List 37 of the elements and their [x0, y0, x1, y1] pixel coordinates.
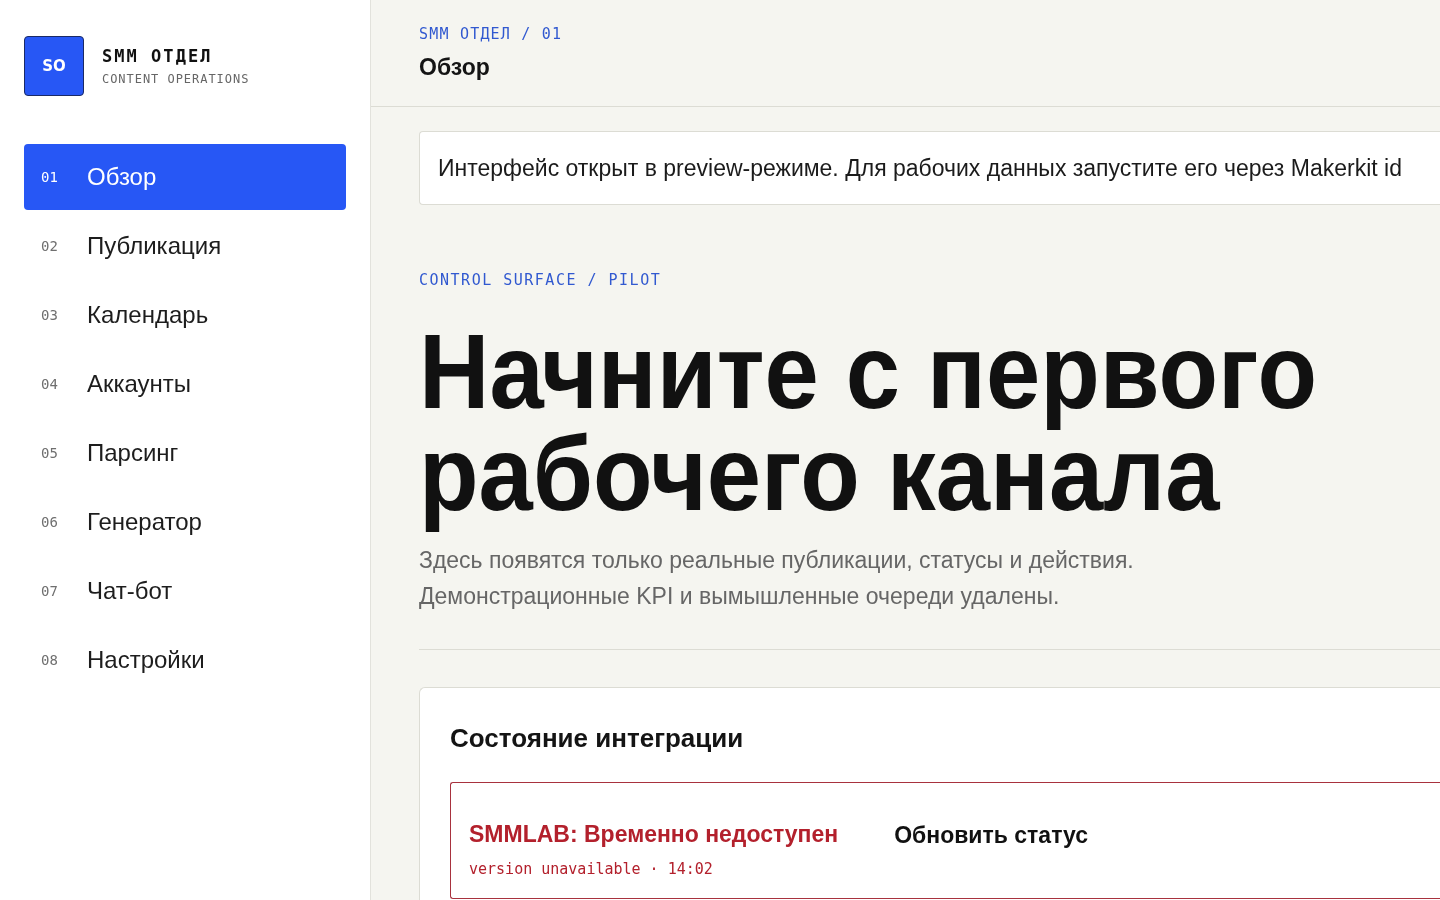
nav-item[interactable]: 08 Настройки — [24, 627, 346, 693]
nav-label: Парсинг — [87, 439, 179, 467]
notice-text: Интерфейс открыт в preview-режиме. Для рабочих данных запустите его через Makerkit id — [438, 154, 1402, 182]
page-title: Обзор — [419, 54, 490, 81]
service-status: SMMLAB: Временно недоступен — [469, 821, 839, 848]
hero-heading: Начните с первого рабочего канала — [419, 320, 1318, 534]
brand-subtitle: CONTENT OPERATIONS — [102, 72, 250, 86]
nav-item[interactable]: 03 Календарь — [24, 282, 346, 348]
nav-item[interactable]: 06 Генератор — [24, 489, 346, 555]
hero-description: Здесь появятся только реальные публикации, статусы и действия. Демонстрационные KPI и вымышленные очереди удалены. — [419, 546, 1135, 611]
logo-tile: SO — [24, 36, 84, 96]
nav-label: Чат-бот — [87, 577, 173, 605]
breadcrumb: SMM ОТДЕЛ / 01 — [419, 25, 563, 43]
eyebrow-label: CONTROL SURFACE / PILOT — [419, 271, 662, 289]
nav-number: 07 — [41, 583, 59, 599]
refresh-status-button[interactable]: Обновить статус — [894, 816, 1088, 855]
nav-label: Генератор — [87, 508, 202, 536]
nav-number: 01 — [41, 169, 59, 185]
nav-item[interactable]: 04 Аккаунты — [24, 351, 346, 417]
card-title: Состояние интеграции — [450, 723, 745, 754]
nav-number: 02 — [41, 238, 59, 254]
nav-label: Аккаунты — [87, 370, 192, 398]
service-detail: version unavailable · 14:02 — [469, 860, 713, 878]
nav-number: 08 — [41, 652, 59, 668]
nav-label: Обзор — [87, 163, 157, 191]
nav-number: 05 — [41, 445, 59, 461]
nav-label: Публикация — [87, 232, 222, 260]
nav-number: 04 — [41, 376, 59, 392]
brand-title: SMM ОТДЕЛ — [102, 46, 214, 66]
nav-item[interactable]: 01 Обзор — [24, 144, 346, 210]
nav-item[interactable]: 05 Парсинг — [24, 420, 346, 486]
nav-label: Календарь — [87, 301, 209, 329]
nav-number: 03 — [41, 307, 59, 323]
nav-number: 06 — [41, 514, 59, 530]
nav-label: Настройки — [87, 646, 205, 674]
nav-item[interactable]: 02 Публикация — [24, 213, 346, 279]
nav-item[interactable]: 07 Чат-бот — [24, 558, 346, 624]
